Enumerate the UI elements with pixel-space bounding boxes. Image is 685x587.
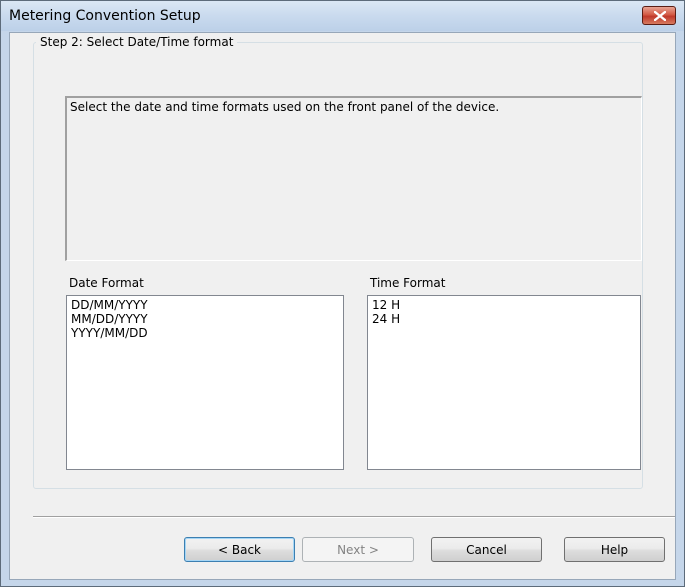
step-caption: Step 2: Select Date/Time format xyxy=(36,35,238,49)
window-title: Metering Convention Setup xyxy=(9,8,201,24)
time-format-listbox[interactable]: 12 H 24 H xyxy=(367,295,641,470)
step-description: Select the date and time formats used on… xyxy=(65,96,642,261)
close-x-icon xyxy=(654,11,666,21)
list-item[interactable]: 12 H xyxy=(372,298,636,312)
list-item[interactable]: DD/MM/YYYY xyxy=(71,298,339,312)
help-button[interactable]: Help xyxy=(564,537,665,562)
date-format-listbox[interactable]: DD/MM/YYYY MM/DD/YYYY YYYY/MM/DD xyxy=(66,295,344,470)
close-button[interactable] xyxy=(642,6,676,25)
separator-line xyxy=(33,516,675,518)
back-button[interactable]: < Back xyxy=(184,537,295,562)
date-format-label: Date Format xyxy=(69,276,144,290)
list-item[interactable]: 24 H xyxy=(372,312,636,326)
cancel-button[interactable]: Cancel xyxy=(431,537,542,562)
time-format-label: Time Format xyxy=(370,276,446,290)
list-item[interactable]: MM/DD/YYYY xyxy=(71,312,339,326)
title-bar[interactable]: Metering Convention Setup xyxy=(1,1,684,31)
list-item[interactable]: YYYY/MM/DD xyxy=(71,326,339,340)
next-button[interactable]: Next > xyxy=(302,537,414,562)
